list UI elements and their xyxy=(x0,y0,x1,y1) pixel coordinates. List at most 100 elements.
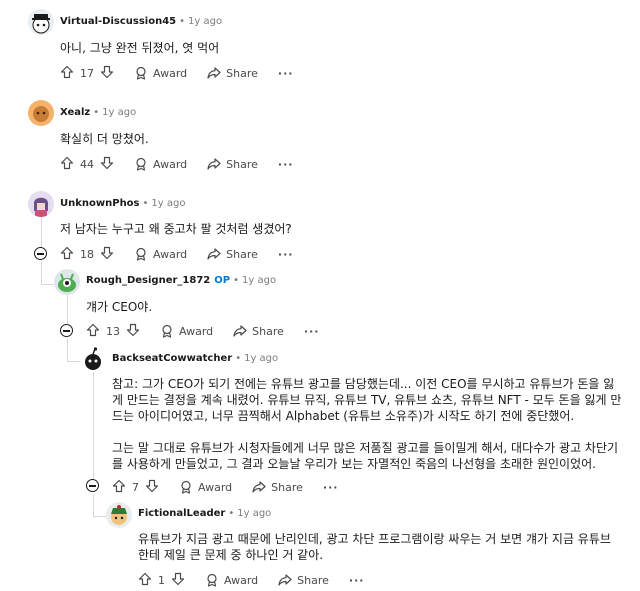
more-options-icon[interactable]: ··· xyxy=(323,481,339,494)
thread-connector xyxy=(41,284,55,285)
comment-meta: Rough_Designer_1872 OP • 1y ago xyxy=(86,275,277,286)
share-icon xyxy=(252,481,266,493)
vote-group: 13 xyxy=(86,323,140,340)
upvote-icon[interactable] xyxy=(112,479,126,496)
upvote-icon[interactable] xyxy=(86,323,100,340)
more-options-icon[interactable]: ··· xyxy=(349,574,365,587)
upvote-icon[interactable] xyxy=(138,572,152,589)
share-button[interactable]: Share xyxy=(252,480,303,494)
timestamp[interactable]: 1y ago xyxy=(188,16,222,27)
share-icon xyxy=(207,248,221,260)
avatar[interactable] xyxy=(28,100,54,126)
comment-actions: 7 Award Share ··· xyxy=(112,477,338,497)
share-button[interactable]: Share xyxy=(233,324,284,338)
downvote-icon[interactable] xyxy=(145,479,159,496)
comment-body: 참고: 그가 CEO가 되기 전에는 유튜브 광고를 담당했는데... 이전 C… xyxy=(112,377,622,471)
author-name[interactable]: FictionalLeader xyxy=(138,508,225,519)
avatar[interactable] xyxy=(28,191,54,217)
vote-group: 7 xyxy=(112,479,159,496)
comment-body: 확실히 더 망쳤어. xyxy=(60,132,149,146)
collapse-thread-button[interactable] xyxy=(60,324,73,337)
comment-actions: 13 Award Share ··· xyxy=(86,321,319,341)
more-options-icon[interactable]: ··· xyxy=(278,248,294,261)
upvote-icon[interactable] xyxy=(60,156,74,173)
upvote-icon[interactable] xyxy=(60,246,74,263)
comment-body: 걔가 CEO야. xyxy=(86,300,153,314)
share-button[interactable]: Share xyxy=(278,573,329,587)
author-name[interactable]: UnknownPhos xyxy=(60,198,140,209)
avatar[interactable] xyxy=(80,346,106,372)
award-icon xyxy=(162,324,172,338)
thread-line xyxy=(93,372,94,480)
share-button[interactable]: Share xyxy=(207,247,258,261)
thread-connector xyxy=(93,516,107,517)
share-icon xyxy=(207,158,221,170)
award-button[interactable]: Award xyxy=(134,66,187,80)
timestamp[interactable]: 1y ago xyxy=(151,198,185,209)
downvote-icon[interactable] xyxy=(100,156,114,173)
thread-connector xyxy=(67,361,81,362)
award-icon xyxy=(136,66,146,80)
vote-group: 17 xyxy=(60,65,114,82)
author-name[interactable]: Xealz xyxy=(60,107,90,118)
op-badge: OP xyxy=(214,275,231,286)
downvote-icon[interactable] xyxy=(171,572,185,589)
award-icon xyxy=(181,480,191,494)
award-button[interactable]: Award xyxy=(160,324,213,338)
share-button[interactable]: Share xyxy=(207,66,258,80)
avatar[interactable] xyxy=(106,502,132,528)
timestamp[interactable]: 1y ago xyxy=(102,107,136,118)
comment-meta: UnknownPhos • 1y ago xyxy=(60,198,186,209)
comment-actions: 1 Award Share ··· xyxy=(138,570,364,590)
award-button[interactable]: Award xyxy=(134,247,187,261)
timestamp[interactable]: 1y ago xyxy=(242,275,276,286)
share-icon xyxy=(207,67,221,79)
award-button[interactable]: Award xyxy=(134,157,187,171)
vote-group: 44 xyxy=(60,156,114,173)
thread-line xyxy=(93,494,94,516)
vote-count: 18 xyxy=(80,247,94,261)
vote-group: 18 xyxy=(60,246,114,263)
comment-meta: BackseatCowwatcher • 1y ago xyxy=(112,353,279,364)
share-icon xyxy=(233,325,247,337)
downvote-icon[interactable] xyxy=(100,65,114,82)
author-name[interactable]: Rough_Designer_1872 xyxy=(86,275,210,286)
comment-meta: Virtual-Discussion45 • 1y ago xyxy=(60,16,223,27)
author-name[interactable]: BackseatCowwatcher xyxy=(112,353,232,364)
comment-body: 유튜브가 지금 광고 때문에 난리인데, 광고 차단 프로그램이랑 싸우는 거 … xyxy=(138,532,611,562)
share-icon xyxy=(278,574,292,586)
collapse-thread-button[interactable] xyxy=(34,247,47,260)
more-options-icon[interactable]: ··· xyxy=(304,325,320,338)
share-button[interactable]: Share xyxy=(207,157,258,171)
downvote-icon[interactable] xyxy=(126,323,140,340)
timestamp[interactable]: 1y ago xyxy=(244,353,278,364)
award-icon xyxy=(136,247,146,261)
comment-actions: 18 Award Share ··· xyxy=(60,244,293,264)
vote-count: 1 xyxy=(158,573,165,587)
award-button[interactable]: Award xyxy=(205,573,258,587)
thread-line xyxy=(67,338,68,362)
avatar[interactable] xyxy=(28,9,54,35)
more-options-icon[interactable]: ··· xyxy=(278,67,294,80)
vote-count: 7 xyxy=(132,480,139,494)
award-icon xyxy=(207,573,217,587)
comment-actions: 17 Award Share ··· xyxy=(60,63,293,83)
comment-actions: 44 Award Share ··· xyxy=(60,154,293,174)
vote-count: 44 xyxy=(80,157,94,171)
vote-count: 17 xyxy=(80,66,94,80)
avatar[interactable] xyxy=(54,269,80,295)
upvote-icon[interactable] xyxy=(60,65,74,82)
comment-body: 아니, 그냥 완전 뒤졌어, 엿 먹어 xyxy=(60,41,220,55)
comment-body: 저 남자는 누구고 왜 중고차 팔 것처럼 생겼어? xyxy=(60,222,292,236)
author-name[interactable]: Virtual-Discussion45 xyxy=(60,16,176,27)
comment-meta: Xealz • 1y ago xyxy=(60,107,137,118)
thread-line xyxy=(41,262,42,284)
vote-count: 13 xyxy=(106,324,120,338)
timestamp[interactable]: 1y ago xyxy=(237,508,271,519)
vote-group: 1 xyxy=(138,572,185,589)
downvote-icon[interactable] xyxy=(100,246,114,263)
collapse-thread-button[interactable] xyxy=(86,479,99,492)
comment-meta: FictionalLeader • 1y ago xyxy=(138,508,272,519)
more-options-icon[interactable]: ··· xyxy=(278,158,294,171)
award-button[interactable]: Award xyxy=(179,480,232,494)
